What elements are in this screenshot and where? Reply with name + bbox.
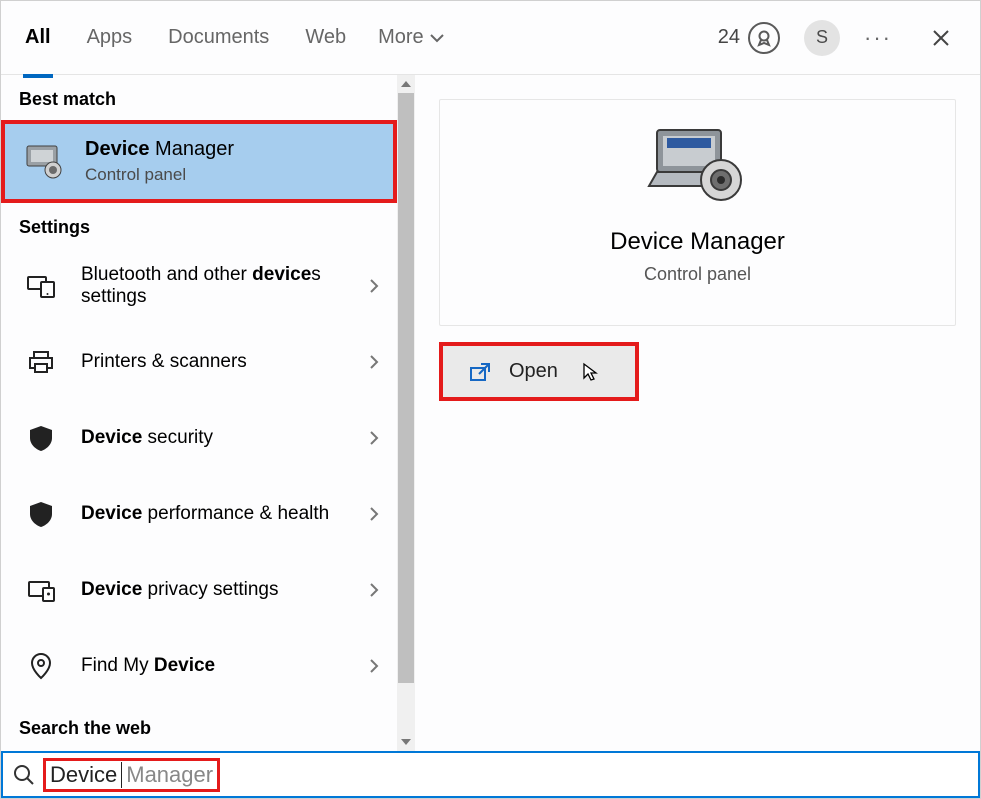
device-manager-icon (23, 140, 67, 184)
tab-apps[interactable]: Apps (83, 20, 137, 55)
filter-tabs: All Apps Documents Web More (21, 20, 444, 55)
chevron-right-icon (369, 430, 379, 446)
chevron-right-icon (369, 354, 379, 370)
scroll-down-icon[interactable] (397, 733, 415, 751)
preview-pane: Device Manager Control panel Open (415, 75, 980, 751)
settings-item-label: Device performance & health (81, 503, 351, 525)
results-column: Best match Device Manager Control panel … (1, 75, 415, 751)
more-options-button[interactable]: ··· (864, 25, 892, 51)
search-input[interactable]: Device Manager (43, 758, 220, 792)
settings-item-label: Bluetooth and other devices settings (81, 264, 351, 308)
printer-icon (19, 340, 63, 384)
devices-icon (19, 264, 63, 308)
settings-item-label: Device privacy settings (81, 579, 351, 601)
rewards-button[interactable]: 24 (718, 22, 780, 54)
tab-more[interactable]: More (378, 26, 444, 49)
privacy-icon (19, 568, 63, 612)
text-caret (121, 762, 122, 788)
settings-item-device-performance[interactable]: Device performance & health (1, 476, 397, 552)
account-avatar[interactable]: S (804, 20, 840, 56)
tab-all[interactable]: All (21, 20, 55, 55)
settings-heading: Settings (1, 203, 397, 248)
cursor-icon (582, 362, 598, 382)
search-typed-text: Device (50, 762, 117, 788)
best-match-item[interactable]: Device Manager Control panel (1, 120, 397, 203)
shield-icon (19, 416, 63, 460)
open-icon (469, 362, 491, 382)
best-match-title: Device Manager (85, 138, 234, 161)
close-button[interactable] (922, 25, 960, 51)
location-icon (19, 644, 63, 688)
rewards-points: 24 (718, 26, 740, 49)
avatar-initial: S (816, 27, 828, 48)
results-scrollbar[interactable] (397, 75, 415, 751)
tab-web[interactable]: Web (301, 20, 350, 55)
chevron-right-icon (369, 278, 379, 294)
chevron-right-icon (369, 582, 379, 598)
settings-item-label: Printers & scanners (81, 351, 351, 373)
search-suggestion-text: Manager (126, 762, 213, 788)
preview-subtitle: Control panel (644, 264, 751, 285)
settings-item-bluetooth[interactable]: Bluetooth and other devices settings (1, 248, 397, 324)
open-action[interactable]: Open (439, 342, 639, 401)
settings-item-label: Device security (81, 427, 351, 449)
search-web-heading: Search the web (1, 704, 397, 749)
preview-title: Device Manager (610, 228, 785, 256)
body: Best match Device Manager Control panel … (1, 75, 980, 751)
settings-item-label: Find My Device (81, 655, 351, 677)
shield-icon (19, 492, 63, 536)
settings-item-printers[interactable]: Printers & scanners (1, 324, 397, 400)
tab-more-label: More (378, 26, 424, 49)
scroll-up-icon[interactable] (397, 75, 415, 93)
settings-item-device-privacy[interactable]: Device privacy settings (1, 552, 397, 628)
close-icon (932, 29, 950, 47)
settings-item-device-security[interactable]: Device security (1, 400, 397, 476)
best-match-text: Device Manager Control panel (85, 138, 234, 185)
results-list: Best match Device Manager Control panel … (1, 75, 397, 751)
search-bar[interactable]: Device Manager (1, 751, 980, 798)
search-icon (13, 764, 35, 786)
medal-icon (748, 22, 780, 54)
top-bar: All Apps Documents Web More 24 S ··· (1, 1, 980, 75)
search-window: All Apps Documents Web More 24 S ··· (0, 0, 981, 799)
settings-item-find-my-device[interactable]: Find My Device (1, 628, 397, 704)
device-manager-large-icon (643, 120, 753, 210)
tab-documents[interactable]: Documents (164, 20, 273, 55)
chevron-right-icon (369, 658, 379, 674)
scroll-thumb[interactable] (398, 93, 414, 683)
open-label: Open (509, 360, 558, 383)
preview-card: Device Manager Control panel (439, 99, 956, 326)
chevron-down-icon (430, 33, 444, 43)
best-match-subtitle: Control panel (85, 165, 234, 185)
chevron-right-icon (369, 506, 379, 522)
best-match-heading: Best match (1, 75, 397, 120)
